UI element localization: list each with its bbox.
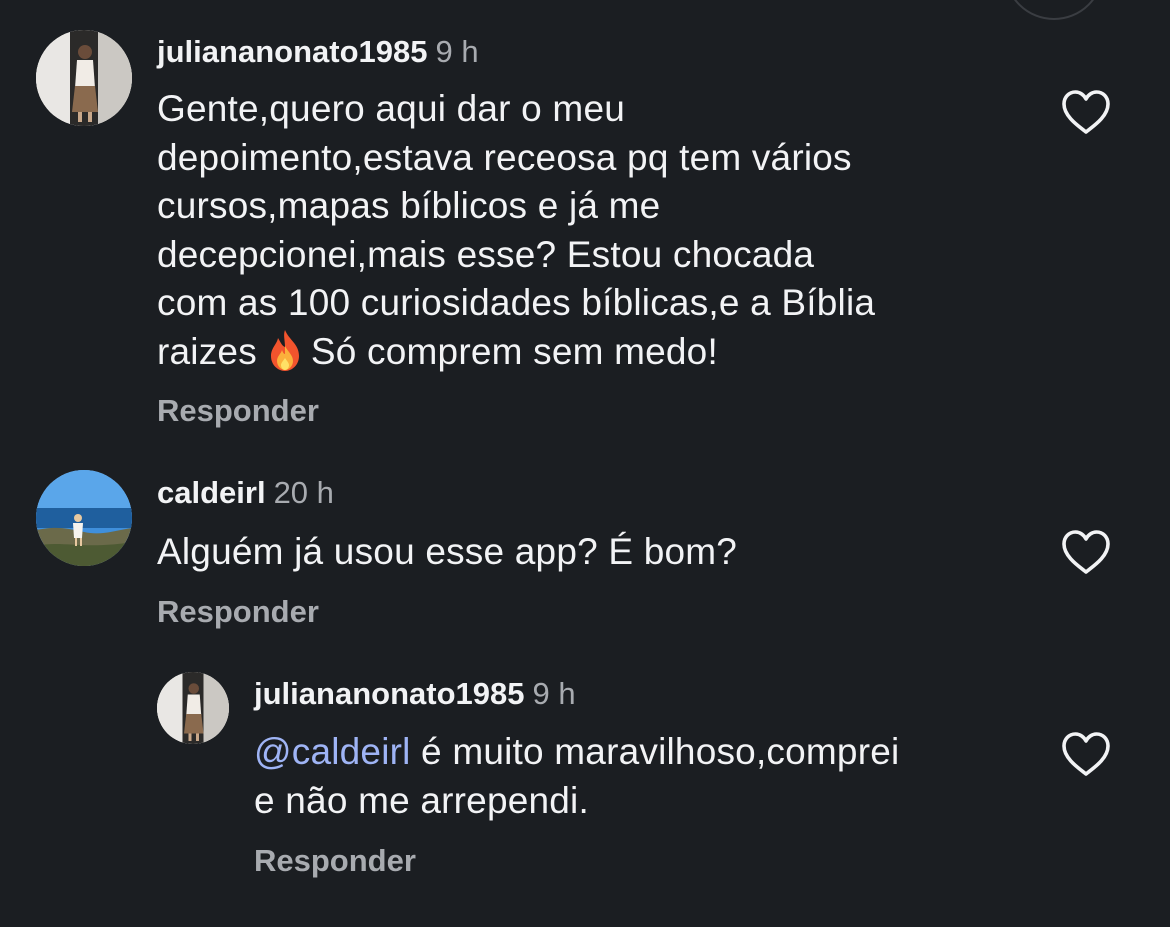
reply-button[interactable]: Responder — [157, 594, 319, 630]
comment-header: caldeirl 20 h — [157, 475, 334, 511]
comment-line: Gente,quero aqui dar o meu — [157, 88, 626, 129]
comment-text: Alguém já usou esse app? É bom? — [157, 528, 737, 577]
comment-header: juliananonato1985 9 h — [157, 34, 479, 70]
beach-photo-avatar-icon — [36, 470, 132, 566]
like-button[interactable] — [1060, 528, 1112, 576]
user-avatar[interactable] — [157, 672, 229, 744]
comment-line: depoimento,estava receosa pq tem vários — [157, 136, 852, 178]
heart-outline-icon — [1062, 90, 1110, 134]
like-button[interactable] — [1060, 730, 1112, 778]
comment-line: @caldeirl é muito maravilhoso,comprei — [254, 728, 899, 777]
like-button[interactable] — [1060, 88, 1112, 136]
comment-time: 20 h — [273, 475, 334, 510]
username-link[interactable]: juliananonato1985 — [254, 676, 524, 711]
comment-line: e não me arrependi. — [254, 779, 589, 821]
comment-line-end: Só comprem sem medo! — [310, 330, 718, 372]
username-link[interactable]: juliananonato1985 — [157, 34, 427, 69]
comment-line: Alguém já usou esse app? É bom? — [157, 531, 738, 572]
comment-line-start: raizes — [157, 330, 257, 372]
person-photo-avatar-icon — [157, 672, 229, 744]
comment-header: juliananonato1985 9 h — [254, 676, 576, 712]
reply-button[interactable]: Responder — [157, 393, 319, 429]
comment-text: Gente,quero aqui dar o meu depoimento,es… — [157, 85, 875, 376]
comment-line-rest: é muito maravilhoso,comprei — [410, 731, 900, 772]
comment-line: decepcionei,mais esse? Estou chocada — [157, 233, 815, 275]
comment-line: raizes Só comprem sem medo! — [157, 328, 875, 377]
mention-link[interactable]: @caldeirl — [254, 731, 411, 772]
comment-line: com as 100 curiosidades bíblicas,e a Bíb… — [157, 282, 876, 323]
reply-button[interactable]: Responder — [254, 843, 416, 879]
comment-time: 9 h — [532, 676, 576, 711]
comment-line: cursos,mapas bíblicos e já me — [157, 185, 661, 226]
heart-outline-icon — [1062, 530, 1110, 574]
close-button-partial[interactable] — [1004, 0, 1104, 20]
username-link[interactable]: caldeirl — [157, 475, 266, 510]
person-photo-avatar-icon — [36, 30, 132, 126]
comment-time: 9 h — [435, 34, 479, 69]
comments-screen: juliananonato1985 9 h Gente,quero aqui da… — [0, 0, 1170, 927]
heart-outline-icon — [1062, 732, 1110, 776]
comment-text: @caldeirl é muito maravilhoso,comprei e … — [254, 728, 899, 825]
fire-emoji-icon — [270, 329, 299, 371]
user-avatar[interactable] — [36, 470, 132, 566]
user-avatar[interactable] — [36, 30, 132, 126]
